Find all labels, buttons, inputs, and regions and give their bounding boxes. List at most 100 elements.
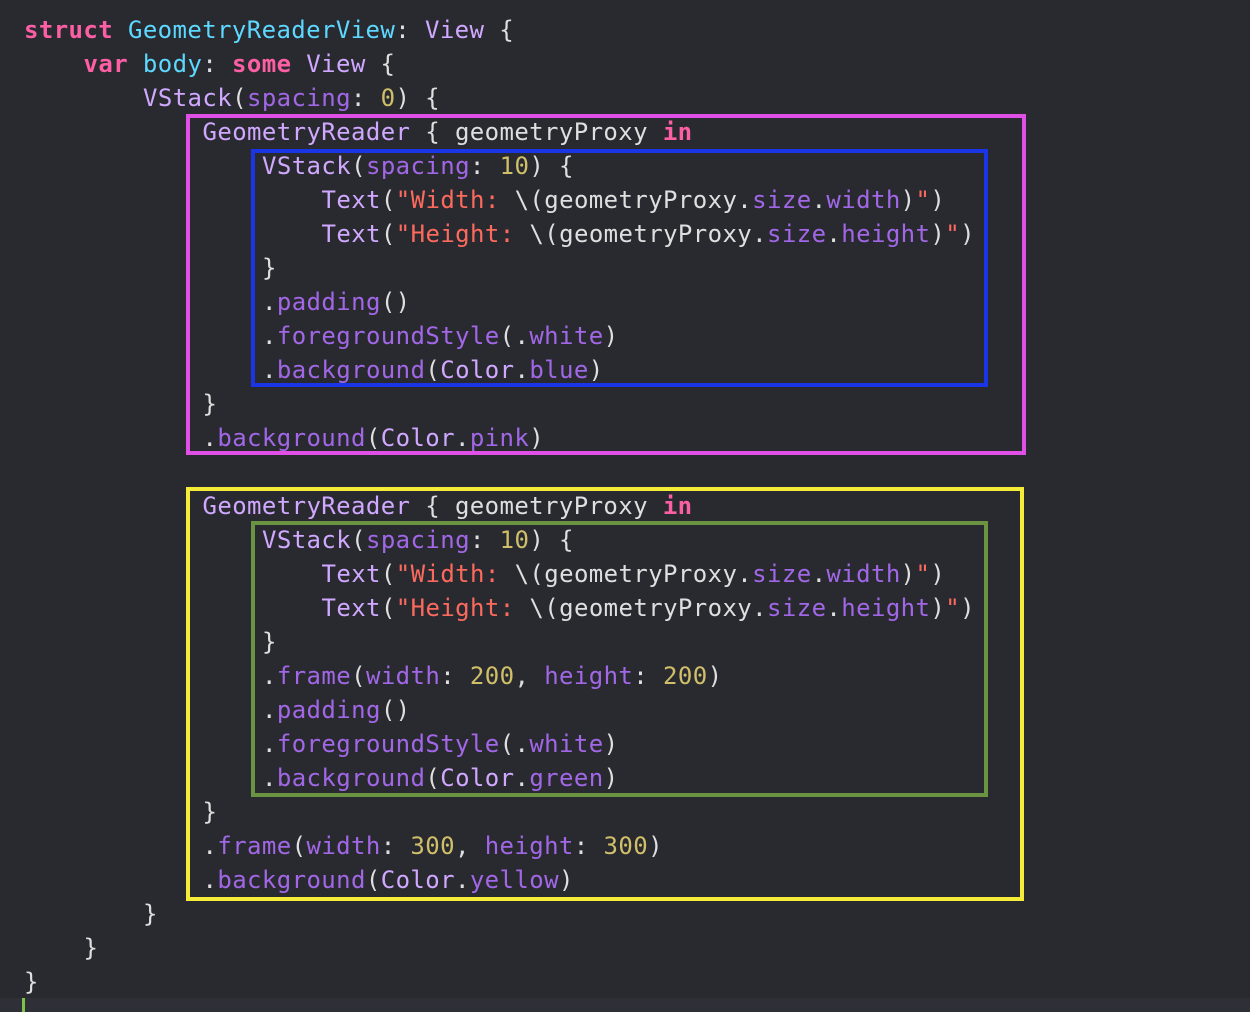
code-token: . (454, 424, 470, 452)
code-token: . (262, 696, 277, 724)
code-line[interactable]: .background(Color.yellow) (203, 863, 574, 897)
code-token: spacing (365, 152, 470, 180)
code-token: . (811, 560, 827, 588)
code-line[interactable]: .background(Color.green) (262, 761, 618, 795)
code-token: , (454, 832, 485, 860)
code-token: (. (499, 322, 530, 350)
code-line[interactable]: } (84, 931, 99, 965)
code-line[interactable]: .frame(width: 300, height: 300) (203, 829, 663, 863)
code-token: { geometryProxy (410, 118, 663, 146)
code-line[interactable]: VStack(spacing: 0) { (143, 81, 440, 115)
code-token: : (469, 152, 500, 180)
code-token: spacing (365, 526, 470, 554)
code-token: . (262, 764, 277, 792)
code-token: padding (276, 288, 381, 316)
code-line[interactable]: struct GeometryReaderView: View { (24, 13, 514, 47)
code-token: some (232, 50, 292, 78)
code-line[interactable]: .foregroundStyle(.white) (262, 727, 618, 761)
code-line[interactable]: .foregroundStyle(.white) (262, 319, 618, 353)
code-token: background (276, 764, 426, 792)
code-token: spacing (246, 84, 351, 112)
code-token: ( (291, 832, 307, 860)
code-token: 200 (663, 662, 708, 690)
code-line[interactable]: Text("Height: \(geometryProxy.size.heigh… (322, 591, 975, 625)
code-token: (. (499, 730, 530, 758)
code-line[interactable]: VStack(spacing: 10) { (262, 149, 574, 183)
code-token: ) (588, 356, 604, 384)
code-token: var (83, 50, 129, 78)
code-token: ( (380, 220, 396, 248)
code-line[interactable]: Text("Width: \(geometryProxy.size.width)… (322, 557, 946, 591)
code-line[interactable]: .background(Color.blue) (262, 353, 604, 387)
code-token: ) (558, 866, 574, 894)
code-token: \(geometryProxy. (514, 186, 753, 214)
code-editor[interactable]: struct GeometryReaderView: View {var bod… (0, 0, 1250, 1012)
code-line[interactable]: } (143, 897, 158, 931)
code-token: ( (351, 662, 366, 690)
code-line[interactable]: var body: some View { (84, 47, 396, 81)
code-line[interactable]: } (262, 251, 277, 285)
code-token: . (202, 424, 218, 452)
code-token: . (811, 186, 827, 214)
code-line[interactable]: } (203, 795, 218, 829)
code-token: : (350, 84, 381, 112)
code-token: "Height: (395, 594, 530, 622)
code-token: green (529, 764, 604, 792)
code-token: padding (276, 696, 381, 724)
code-token: size (752, 186, 812, 214)
code-token: in (662, 118, 693, 146)
code-token: ) { (395, 84, 441, 112)
code-token: } (262, 628, 277, 656)
code-token: : (573, 832, 604, 860)
code-token: Text (321, 594, 381, 622)
code-token: ( (380, 594, 396, 622)
code-line[interactable]: Text("Height: \(geometryProxy.size.heigh… (322, 217, 975, 251)
code-token: white (529, 322, 604, 350)
code-token: ( (425, 356, 441, 384)
code-token: . (202, 866, 218, 894)
code-line[interactable]: } (24, 965, 39, 999)
code-token: " (915, 186, 931, 214)
code-token: : (469, 526, 500, 554)
code-token: { (484, 16, 515, 44)
code-token: Text (321, 186, 381, 214)
code-token: . (514, 356, 530, 384)
code-token: \(geometryProxy. (529, 594, 768, 622)
code-line[interactable]: Text("Width: \(geometryProxy.size.width)… (322, 183, 946, 217)
code-token: ) (930, 186, 946, 214)
code-token: "Width: (395, 186, 515, 214)
code-token: \(geometryProxy. (514, 560, 753, 588)
code-line[interactable]: GeometryReader { geometryProxy in (203, 489, 693, 523)
code-token: white (529, 730, 604, 758)
code-line[interactable]: .frame(width: 200, height: 200) (262, 659, 722, 693)
code-token: } (143, 900, 158, 928)
code-line[interactable]: .padding() (262, 693, 411, 727)
code-line[interactable]: } (262, 625, 277, 659)
code-line[interactable]: } (203, 387, 218, 421)
code-token: ) (648, 832, 663, 860)
code-token: ) (930, 594, 946, 622)
code-line[interactable]: GeometryReader { geometryProxy in (203, 115, 693, 149)
code-token: yellow (469, 866, 559, 894)
code-token: . (262, 288, 277, 316)
code-line[interactable]: VStack(spacing: 10) { (262, 523, 574, 557)
code-token: View (424, 16, 485, 44)
code-token: VStack (143, 84, 233, 112)
code-line[interactable]: .background(Color.pink) (203, 421, 545, 455)
code-token: . (454, 866, 470, 894)
code-token: ) (529, 424, 545, 452)
code-token: , (514, 662, 545, 690)
code-token: () (380, 696, 411, 724)
code-token: frame (217, 832, 292, 860)
code-token: foregroundStyle (276, 730, 500, 758)
code-token: { geometryProxy (410, 492, 663, 520)
code-token: } (83, 934, 99, 962)
code-token: height (841, 220, 931, 248)
code-token: 200 (469, 662, 515, 690)
code-token: background (276, 356, 426, 384)
code-token: Color (440, 356, 515, 384)
code-token: GeometryReader (202, 492, 411, 520)
code-line[interactable]: .padding() (262, 285, 411, 319)
code-token: Text (321, 560, 381, 588)
code-token: Color (380, 866, 455, 894)
